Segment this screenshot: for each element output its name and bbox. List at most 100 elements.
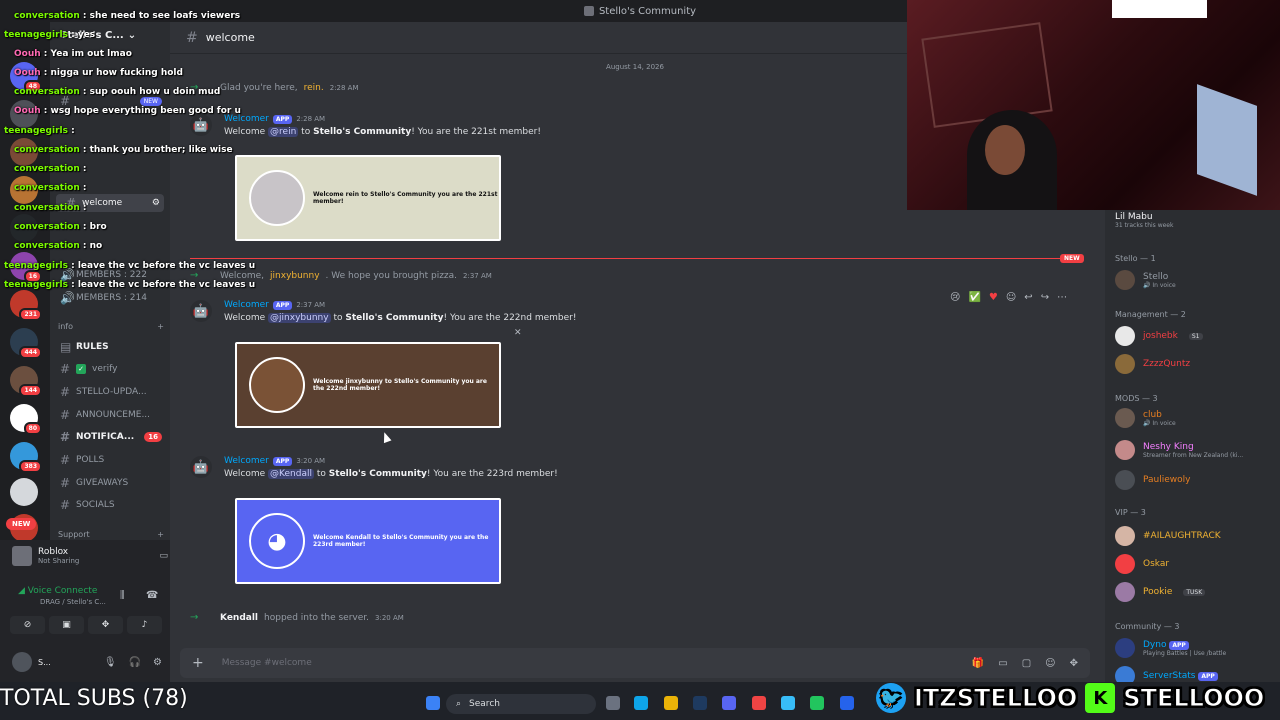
- windows-start-icon[interactable]: [426, 696, 440, 710]
- gift-icon[interactable]: 🎁: [972, 658, 984, 669]
- member-item[interactable]: joshebk S1: [1115, 326, 1275, 346]
- server-icon[interactable]: [10, 478, 38, 506]
- subscriber-count-overlay: TOTAL SUBS (78): [0, 686, 188, 711]
- author-name[interactable]: Welcomer: [224, 456, 269, 466]
- avatar: [1115, 408, 1135, 428]
- discord-icon: ◕: [249, 513, 305, 569]
- spotify-icon[interactable]: [810, 696, 824, 710]
- author-name[interactable]: Welcomer: [224, 300, 269, 310]
- screen-share-icon[interactable]: ▭: [159, 551, 168, 561]
- server-icon[interactable]: 80: [10, 404, 42, 435]
- sticker-icon[interactable]: ▢: [1022, 658, 1031, 669]
- avatar: [249, 170, 305, 226]
- channel-item-giveaways[interactable]: # GIVEAWAYS: [50, 474, 166, 492]
- member-group-label: Stello — 1: [1115, 254, 1156, 263]
- forward-icon[interactable]: ↪: [1041, 292, 1049, 303]
- disconnect-icon[interactable]: ☎: [146, 590, 158, 601]
- message-input[interactable]: Message #welcome: [222, 658, 312, 668]
- reaction-heart-icon[interactable]: ♥: [989, 292, 998, 303]
- reply-icon[interactable]: ↩: [1024, 292, 1032, 303]
- avatar[interactable]: 🤖: [190, 456, 212, 478]
- server-icon[interactable]: 144: [10, 366, 42, 397]
- wall-poster: [921, 22, 1053, 128]
- noise-icon[interactable]: ⫼: [120, 590, 125, 601]
- member-item[interactable]: Dyno APP Playing Battles | Use /battle: [1115, 638, 1275, 658]
- member-list: Lil Mabu 31 tracks this week Stello — 1 …: [1105, 210, 1280, 686]
- avatar: [1115, 326, 1135, 346]
- app-icon[interactable]: [606, 696, 620, 710]
- member-item[interactable]: Neshy King Streamer from New Zealand (ki.…: [1115, 440, 1275, 460]
- chat-line: conversation :: [14, 164, 87, 174]
- apps-icon[interactable]: ✥: [1070, 658, 1078, 669]
- category-info[interactable]: info +: [58, 322, 164, 331]
- soundboard-button[interactable]: ♪: [127, 616, 162, 634]
- more-icon[interactable]: ⋯: [1057, 292, 1067, 303]
- plus-icon[interactable]: +: [192, 655, 204, 671]
- voice-channel[interactable]: DRAG / Stello's C...: [40, 598, 106, 606]
- welcome-card-image[interactable]: Welcome jinxybunny to Stello's Community…: [235, 342, 501, 428]
- channel-item-verify[interactable]: # ✓ verify: [50, 360, 166, 378]
- server-tag: S1: [1188, 332, 1203, 340]
- add-reaction-icon[interactable]: ☺: [1006, 292, 1016, 303]
- member-item[interactable]: #AILAUGHTRACK: [1115, 526, 1275, 546]
- channel-item-announcements[interactable]: # ANNOUNCEME...: [50, 406, 166, 424]
- activities-button[interactable]: ✥: [88, 616, 123, 634]
- category-support[interactable]: Support +: [58, 530, 164, 539]
- new-unreads-pill[interactable]: NEW: [6, 518, 37, 530]
- avatar[interactable]: [12, 652, 32, 672]
- camera-off-button[interactable]: ⊘: [10, 616, 45, 634]
- plus-icon[interactable]: +: [157, 530, 164, 539]
- user-mention[interactable]: @rein: [268, 127, 299, 137]
- channel-item-notifications[interactable]: # NOTIFICA... 16: [50, 428, 166, 446]
- message-composer[interactable]: + Message #welcome 🎁 ▭ ▢ ☺ ✥: [180, 648, 1090, 678]
- microphone-icon[interactable]: 🎙: [104, 657, 117, 668]
- search-icon: ⌕: [456, 699, 462, 709]
- channel-item-rules[interactable]: ▤ RULES: [50, 338, 166, 356]
- message-content: Welcome @Kendall to Stello's Community! …: [224, 469, 558, 479]
- discord-icon[interactable]: [722, 696, 736, 710]
- user-mention[interactable]: @jinxybunny: [268, 313, 331, 323]
- system-message: → Kendall hopped into the server. 3:20 A…: [190, 612, 404, 623]
- welcome-card-image[interactable]: ◕ Welcome Kendall to Stello's Community …: [235, 498, 501, 584]
- server-icon[interactable]: 383: [10, 442, 42, 473]
- member-group-label: Management — 2: [1115, 310, 1186, 319]
- member-item[interactable]: Oskar: [1115, 554, 1275, 574]
- chat-line: conversation : bro: [14, 222, 107, 232]
- member-item[interactable]: Pauliewoly: [1115, 470, 1275, 490]
- steam-icon[interactable]: [693, 696, 707, 710]
- server-icon[interactable]: 444: [10, 328, 42, 359]
- mention-badge: 16: [144, 432, 162, 442]
- app-badge: APP: [272, 300, 293, 310]
- member-item[interactable]: Pookie TUSK: [1115, 582, 1275, 602]
- headphones-icon[interactable]: 🎧: [129, 657, 141, 668]
- channel-item-socials[interactable]: # SOCIALS: [50, 496, 166, 514]
- channel-item-updates[interactable]: # STELLO-UPDA...: [50, 383, 166, 401]
- reaction-check-icon[interactable]: ✅: [968, 292, 980, 303]
- taskbar-search[interactable]: ⌕ Search: [446, 694, 596, 714]
- emoji-icon[interactable]: ☺: [1045, 658, 1055, 669]
- reaction-sad-icon[interactable]: 😢: [950, 292, 960, 303]
- welcome-card-image[interactable]: Welcome rein to Stello's Community you a…: [235, 155, 501, 241]
- avatar[interactable]: 🤖: [190, 300, 212, 322]
- chat-line: teenagegirls : yes: [4, 30, 96, 40]
- voice-status: ◢ Voice Connecte: [18, 586, 98, 596]
- channel-item-polls[interactable]: # POLLS: [50, 451, 166, 469]
- member-item[interactable]: Stello 🔊 In voice: [1115, 270, 1275, 290]
- rules-icon: ▤: [60, 340, 72, 354]
- member-item[interactable]: club 🔊 In voice: [1115, 408, 1275, 428]
- screen-share-button[interactable]: ▣: [49, 616, 84, 634]
- gif-icon[interactable]: ▭: [998, 658, 1007, 669]
- edge-icon[interactable]: [634, 696, 648, 710]
- telegram-icon[interactable]: [781, 696, 795, 710]
- gear-icon[interactable]: ⚙: [153, 657, 162, 668]
- current-user: S... 🎙 🎧 ⚙: [12, 652, 162, 672]
- app-icon[interactable]: [840, 696, 854, 710]
- chrome-icon[interactable]: [752, 696, 766, 710]
- close-icon[interactable]: ✕: [514, 328, 522, 338]
- member-item[interactable]: ZzzzQuntz: [1115, 354, 1275, 374]
- plus-icon[interactable]: +: [157, 322, 164, 331]
- user-mention[interactable]: @Kendall: [268, 469, 314, 479]
- now-playing-card[interactable]: Lil Mabu 31 tracks this week: [1115, 212, 1275, 229]
- folder-icon[interactable]: [664, 696, 678, 710]
- member-group-label: VIP — 3: [1115, 508, 1146, 517]
